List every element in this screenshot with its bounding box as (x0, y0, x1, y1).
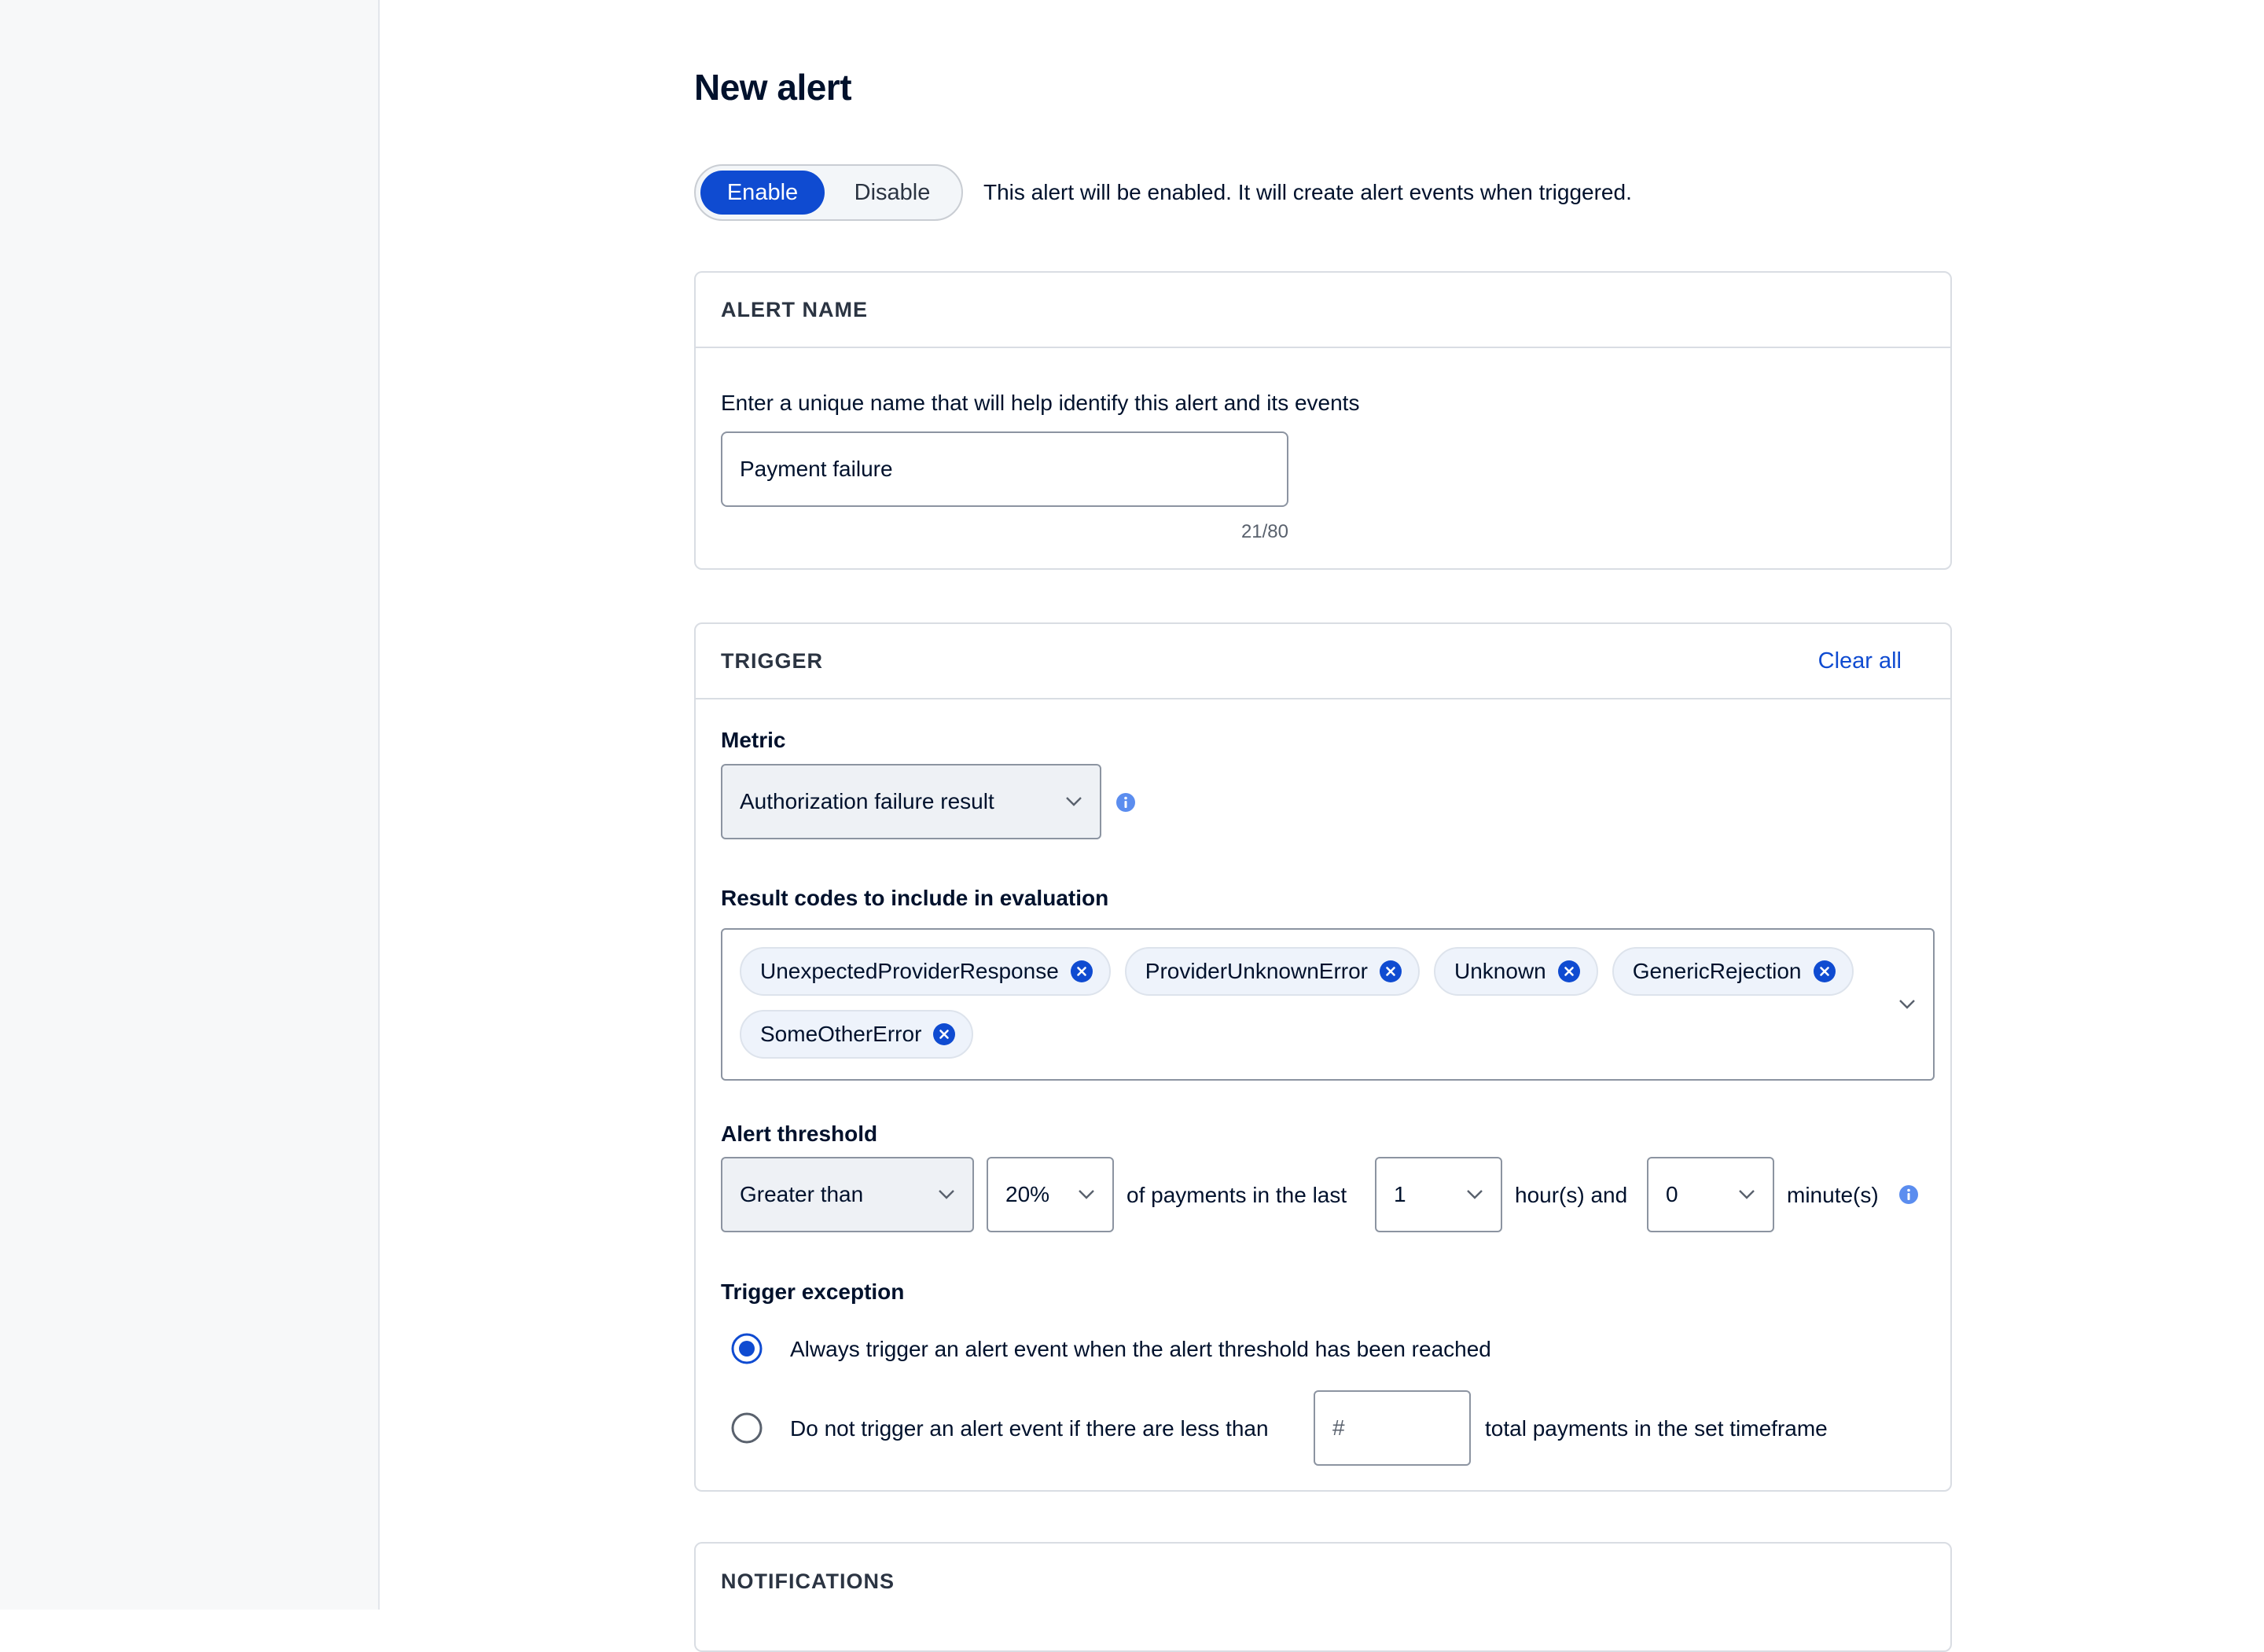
metric-select[interactable]: Authorization failure result (721, 764, 1101, 839)
notifications-title: NOTIFICATIONS (721, 1569, 895, 1593)
exception-option-min-suffix: total payments in the set timeframe (1485, 1416, 1828, 1441)
character-counter: 21/80 (1240, 521, 1288, 542)
result-code-tag: SomeOtherError (740, 1010, 974, 1059)
trigger-exception-label: Trigger exception (721, 1279, 905, 1304)
result-code-tag: GenericRejection (1612, 947, 1854, 996)
result-code-tag: UnexpectedProviderResponse (740, 947, 1111, 996)
alert-name-title: ALERT NAME (721, 297, 868, 321)
page-title: New alert (694, 67, 852, 108)
trigger-header: TRIGGER Clear all (696, 624, 1950, 699)
percentage-value: 20% (1005, 1182, 1050, 1206)
trigger-title: TRIGGER (721, 648, 824, 673)
result-code-tag: ProviderUnknownError (1124, 947, 1420, 996)
exception-option-min[interactable]: Do not trigger an alert event if there a… (790, 1416, 1269, 1441)
clear-all-link[interactable]: Clear all (1818, 648, 1902, 674)
hours-value: 1 (1394, 1182, 1406, 1206)
alert-name-description: Enter a unique name that will help ident… (721, 391, 1360, 415)
comparison-select[interactable]: Greater than (721, 1157, 974, 1232)
hours-select[interactable]: 1 (1375, 1157, 1502, 1232)
radio-selected-icon[interactable] (731, 1333, 763, 1364)
tag-label: Unknown (1454, 959, 1546, 983)
sidebar (0, 0, 380, 1610)
minutes-select[interactable]: 0 (1647, 1157, 1774, 1232)
result-codes-tags: UnexpectedProviderResponse ProviderUnkno… (740, 947, 1880, 1059)
close-icon[interactable] (1557, 960, 1581, 983)
close-icon[interactable] (932, 1022, 956, 1046)
enable-button[interactable]: Enable (700, 171, 825, 215)
chevron-down-icon (939, 1190, 954, 1199)
chevron-down-icon[interactable] (1898, 999, 1916, 1010)
tag-label: UnexpectedProviderResponse (760, 959, 1059, 983)
min-payments-input[interactable] (1314, 1390, 1471, 1466)
minutes-text: minute(s) (1787, 1183, 1879, 1207)
chevron-down-icon (1079, 1190, 1094, 1199)
notifications-header: NOTIFICATIONS (696, 1544, 1950, 1619)
result-codes-multiselect[interactable]: UnexpectedProviderResponse ProviderUnkno… (721, 928, 1935, 1081)
info-icon[interactable] (1115, 792, 1136, 813)
metric-label: Metric (721, 728, 786, 752)
info-icon[interactable] (1898, 1184, 1919, 1205)
chevron-down-icon (1467, 1190, 1483, 1199)
metric-value: Authorization failure result (740, 789, 994, 813)
result-codes-label: Result codes to include in evaluation (721, 886, 1109, 910)
percentage-select[interactable]: 20% (987, 1157, 1114, 1232)
tag-label: SomeOtherError (760, 1022, 922, 1046)
chevron-down-icon (1066, 797, 1082, 806)
alert-name-header: ALERT NAME (696, 273, 1950, 348)
chevron-down-icon (1739, 1190, 1755, 1199)
tag-label: GenericRejection (1632, 959, 1802, 983)
trigger-card: TRIGGER Clear all Metric Authorization f… (694, 622, 1952, 1492)
close-icon[interactable] (1070, 960, 1093, 983)
toggle-description: This alert will be enabled. It will crea… (983, 180, 1632, 204)
radio-unselected-icon[interactable] (731, 1412, 763, 1444)
enable-disable-toggle: Enable Disable (694, 164, 963, 221)
payments-text: of payments in the last (1126, 1183, 1347, 1207)
alert-name-input[interactable] (721, 431, 1288, 507)
exception-option-always[interactable]: Always trigger an alert event when the a… (790, 1337, 1491, 1362)
minutes-value: 0 (1666, 1182, 1678, 1206)
close-icon[interactable] (1379, 960, 1402, 983)
hours-text: hour(s) and (1515, 1183, 1628, 1207)
alert-threshold-label: Alert threshold (721, 1122, 878, 1146)
comparison-value: Greater than (740, 1182, 864, 1206)
result-code-tag: Unknown (1434, 947, 1598, 996)
tag-label: ProviderUnknownError (1145, 959, 1368, 983)
close-icon[interactable] (1813, 960, 1836, 983)
alert-name-card: ALERT NAME Enter a unique name that will… (694, 271, 1952, 570)
disable-button[interactable]: Disable (829, 171, 955, 215)
notifications-card: NOTIFICATIONS (694, 1542, 1952, 1652)
